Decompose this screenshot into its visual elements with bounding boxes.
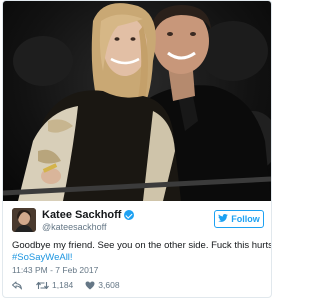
tweet-actions: 1,184 3,608 <box>12 279 120 291</box>
bird-icon <box>218 214 229 224</box>
tweet-text: Goodbye my friend. See you on the other … <box>12 240 272 264</box>
tweet-header: Katee Sackhoff @kateesackhoff Follow <box>12 207 264 235</box>
author-name[interactable]: Katee Sackhoff <box>42 209 121 221</box>
author-handle[interactable]: @kateesackhoff <box>42 222 107 232</box>
reply-icon[interactable] <box>12 281 22 290</box>
tweet-card: Katee Sackhoff @kateesackhoff Follow Goo… <box>2 0 272 298</box>
tweet-photo[interactable] <box>3 1 271 201</box>
tweet-timestamp[interactable]: 11:43 PM - 7 Feb 2017 <box>12 265 98 275</box>
verified-badge-icon <box>124 210 135 220</box>
author-name-row[interactable]: Katee Sackhoff <box>42 209 135 221</box>
retweet-icon[interactable] <box>36 281 49 290</box>
tweet-body: Goodbye my friend. See you on the other … <box>12 240 272 251</box>
retweet-count: 1,184 <box>52 280 74 290</box>
author-avatar[interactable] <box>12 208 36 232</box>
hashtag-link[interactable]: #SoSayWeAll! <box>12 252 267 264</box>
heart-icon[interactable] <box>85 281 95 290</box>
follow-button[interactable]: Follow <box>214 210 264 228</box>
like-count: 3,608 <box>98 280 120 290</box>
follow-label: Follow <box>231 214 260 224</box>
tweet-photo-image <box>3 3 271 201</box>
